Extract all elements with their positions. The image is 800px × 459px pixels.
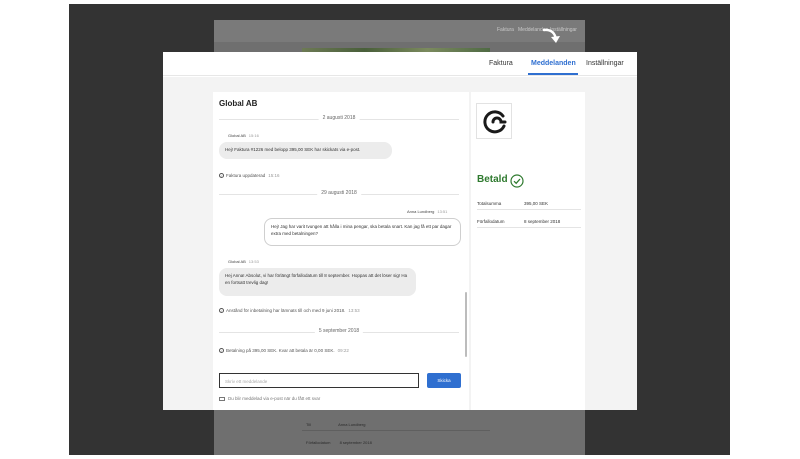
- message-meta: Anna Lundberg 13:51: [407, 209, 448, 214]
- background-divider: [302, 430, 490, 431]
- check-circle-icon: [510, 174, 524, 188]
- date-separator: 2 augusti 2018: [219, 115, 459, 123]
- payment-status: Betald: [477, 174, 508, 185]
- tab-meddelanden[interactable]: Meddelanden: [531, 60, 576, 67]
- date-separator: 5 september 2018: [219, 328, 459, 336]
- modal-tabs: Faktura Meddelanden Inställningar: [163, 52, 637, 76]
- background-nav: Faktura Meddelanden Inställningar: [214, 20, 585, 42]
- check-circle-icon: ✓: [219, 173, 224, 179]
- event-item: ✓ Betalning på 395,00 SEK. Kvar att betal…: [219, 348, 349, 354]
- messages-modal: Faktura Meddelanden Inställningar Global…: [163, 52, 637, 410]
- background-nav-faktura: Faktura: [497, 27, 514, 33]
- screen-frame: Faktura Meddelanden Inställningar Till A…: [69, 4, 730, 455]
- chat-panel: Global AB 2 augusti 2018 Global AB 15:16 …: [213, 92, 469, 410]
- tab-faktura[interactable]: Faktura: [489, 60, 513, 67]
- message-bubble-incoming: Hej! Faktura #1226 med belopp 395,00 SEK…: [219, 142, 392, 159]
- background-row-forfallodatum: Förfallodatum 8 september 2018: [306, 440, 372, 445]
- active-tab-underline: [528, 73, 578, 75]
- event-item: ✓ Faktura uppdaterad 15:16: [219, 173, 280, 179]
- pointer-arrow-icon: [542, 28, 560, 43]
- modal-body: Global AB 2 augusti 2018 Global AB 15:16 …: [163, 77, 637, 410]
- message-bubble-outgoing: Hej! Jag har varit tvungen att hålla i m…: [264, 218, 461, 246]
- company-logo: [476, 103, 512, 139]
- due-date-row: Förfallodatum 8 september 2018: [477, 216, 581, 228]
- total-row: Totalsumma 395,00 SEK: [477, 198, 581, 210]
- email-notice: Du blir meddelad via e-post när du fått …: [219, 396, 320, 401]
- check-circle-icon: ✓: [219, 308, 224, 314]
- date-separator: 29 augusti 2018: [219, 190, 459, 198]
- invoice-summary-panel: Betald Totalsumma 395,00 SEK Förfallodat…: [471, 92, 585, 410]
- company-title: Global AB: [219, 99, 258, 108]
- tab-installningar[interactable]: Inställningar: [586, 60, 624, 67]
- chat-scrollbar[interactable]: [465, 292, 467, 357]
- send-button[interactable]: Skicka: [427, 373, 461, 388]
- message-input[interactable]: Skriv ett meddelande: [219, 373, 419, 388]
- mail-icon: [219, 396, 225, 401]
- event-item: ✓ Anstånd för inbetalning har lämnats til…: [219, 308, 360, 314]
- message-meta: Global AB 13:53: [228, 259, 259, 264]
- message-bubble-incoming: Hej Anna! Absolut, vi har förlängt förfa…: [219, 268, 416, 296]
- check-circle-icon: ✓: [219, 348, 224, 354]
- message-meta: Global AB 15:16: [228, 133, 259, 138]
- background-row-till: Till Anna Lundberg: [306, 422, 366, 427]
